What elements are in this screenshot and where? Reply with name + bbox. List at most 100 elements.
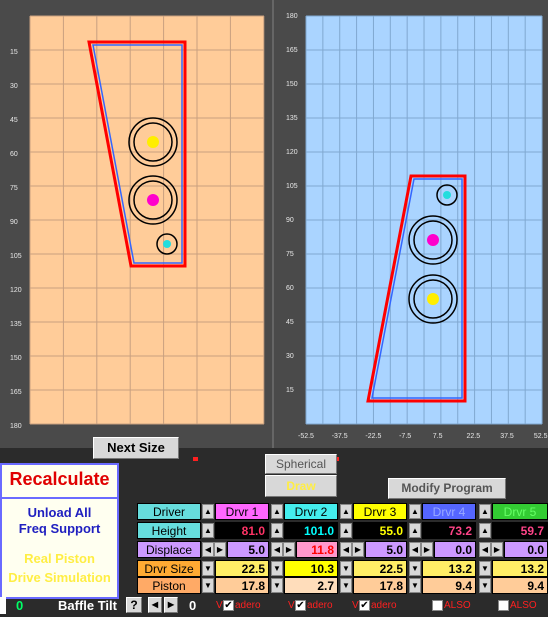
- displace-right-arrow-icon[interactable]: ▶: [283, 542, 295, 557]
- displace-value-field[interactable]: 5.0: [365, 541, 407, 558]
- height-up-icon[interactable]: ▲: [479, 523, 491, 538]
- driver-name-field[interactable]: Drvr 2: [284, 503, 338, 520]
- value-down-icon[interactable]: ▼: [479, 561, 491, 576]
- driver-name-field[interactable]: Drvr 1: [215, 503, 269, 520]
- piston-value-field[interactable]: 17.8: [353, 577, 407, 594]
- right-y-tick-label: 105: [286, 183, 298, 190]
- right-x-tick-label: -22.5: [365, 433, 381, 440]
- piston-value-field[interactable]: 9.4: [422, 577, 476, 594]
- displace-right-arrow-icon[interactable]: ▶: [352, 542, 364, 557]
- driver-select-up-icon[interactable]: ▲: [479, 504, 491, 519]
- recalculate-button[interactable]: Recalculate: [2, 469, 117, 490]
- help-button[interactable]: ?: [126, 597, 142, 613]
- check-prefix: V: [352, 600, 359, 611]
- driver-size-field[interactable]: 13.2: [492, 560, 548, 577]
- right-y-tick-label: 135: [286, 115, 298, 122]
- value-down-icon[interactable]: ▼: [202, 578, 214, 593]
- right-x-tick-label: 52.5: [534, 433, 548, 440]
- value-down-icon[interactable]: ▼: [340, 578, 352, 593]
- height-value-field[interactable]: 81.0: [215, 522, 269, 539]
- displace-value-field[interactable]: 0.0: [434, 541, 476, 558]
- real-piston-line2: Drive Simulation: [8, 570, 111, 585]
- value-down-icon[interactable]: ▼: [202, 561, 214, 576]
- right-x-tick-label: -37.5: [332, 433, 348, 440]
- displace-value-field[interactable]: 0.0: [504, 541, 548, 558]
- displace-left-arrow-icon[interactable]: ◀: [202, 542, 214, 557]
- displace-value-field[interactable]: 11.8: [296, 541, 338, 558]
- option-checkbox[interactable]: ✔: [295, 600, 306, 611]
- row-label: Drvr Size: [137, 560, 201, 577]
- option-checkbox[interactable]: ✔: [359, 600, 370, 611]
- left-y-tick-label: 165: [10, 389, 22, 396]
- driver-select-up-icon[interactable]: ▲: [409, 504, 421, 519]
- left-plot-panel: 15 30 45 60 75 90 105 120 135 150 165 180: [0, 0, 274, 448]
- displace-right-arrow-icon[interactable]: ▶: [214, 542, 226, 557]
- edge-field: [0, 597, 6, 614]
- right-y-tick-label: 75: [286, 251, 294, 258]
- displace-right-arrow-icon[interactable]: ▶: [491, 542, 503, 557]
- piston-value-field[interactable]: 17.8: [215, 577, 269, 594]
- tilt-left-arrow-icon[interactable]: ◀: [148, 597, 162, 613]
- driver-select-up-icon[interactable]: ▲: [202, 504, 214, 519]
- right-y-tick-label: 150: [286, 81, 298, 88]
- real-piston-button[interactable]: Real Piston Drive Simulation: [2, 549, 117, 587]
- right-x-tick-label: -7.5: [399, 433, 411, 440]
- driver-size-field[interactable]: 22.5: [215, 560, 269, 577]
- unload-all-button[interactable]: Unload All Freq Support: [2, 505, 117, 537]
- left-y-tick-label: 45: [10, 117, 18, 124]
- value-down-icon[interactable]: ▼: [409, 578, 421, 593]
- value-down-icon[interactable]: ▼: [409, 561, 421, 576]
- displace-left-arrow-icon[interactable]: ◀: [479, 542, 491, 557]
- left-y-tick-label: 30: [10, 83, 18, 90]
- driver-name-field[interactable]: Drvr 3: [353, 503, 407, 520]
- option-checkbox[interactable]: [498, 600, 509, 611]
- left-y-tick-label: 15: [10, 49, 18, 56]
- value-down-icon[interactable]: ▼: [271, 578, 283, 593]
- spherical-button[interactable]: Spherical: [265, 454, 337, 474]
- counter-value: 0: [16, 598, 24, 613]
- displace-right-arrow-icon[interactable]: ▶: [421, 542, 433, 557]
- right-x-tick-label: 37.5: [500, 433, 514, 440]
- height-value-field[interactable]: 55.0: [353, 522, 407, 539]
- height-up-icon[interactable]: ▲: [340, 523, 352, 538]
- height-up-icon[interactable]: ▲: [271, 523, 283, 538]
- left-y-tick-label: 150: [10, 355, 22, 362]
- displace-value-field[interactable]: 5.0: [227, 541, 269, 558]
- driver-select-up-icon[interactable]: ▲: [340, 504, 352, 519]
- height-value-field[interactable]: 101.0: [284, 522, 338, 539]
- tilt-value: 0: [189, 598, 197, 613]
- piston-value-field[interactable]: 9.4: [492, 577, 548, 594]
- right-baffle-plot: 180 165 150 135 120 105 90 75 60 45 30 15 -52.5 -37.…: [286, 13, 548, 440]
- displace-left-arrow-icon[interactable]: ◀: [409, 542, 421, 557]
- baffle-tilt-label: Baffle Tilt: [58, 598, 117, 613]
- right-y-tick-label: 120: [286, 149, 298, 156]
- option-checkbox[interactable]: [432, 600, 443, 611]
- row-label: Height: [137, 522, 201, 539]
- check-label: adero: [371, 600, 397, 611]
- tilt-right-arrow-icon[interactable]: ▶: [164, 597, 178, 613]
- row-label: Displace: [137, 541, 201, 558]
- driver-select-up-icon[interactable]: ▲: [271, 504, 283, 519]
- value-down-icon[interactable]: ▼: [271, 561, 283, 576]
- right-y-tick-label: 60: [286, 285, 294, 292]
- driver-name-field[interactable]: Drvr 4: [422, 503, 476, 520]
- option-checkbox[interactable]: ✔: [223, 600, 234, 611]
- displace-left-arrow-icon[interactable]: ◀: [340, 542, 352, 557]
- height-up-icon[interactable]: ▲: [202, 523, 214, 538]
- driver-size-field[interactable]: 10.3: [284, 560, 338, 577]
- check-label: adero: [235, 600, 261, 611]
- value-down-icon[interactable]: ▼: [340, 561, 352, 576]
- driver-size-field[interactable]: 22.5: [353, 560, 407, 577]
- piston-value-field[interactable]: 2.7: [284, 577, 338, 594]
- height-value-field[interactable]: 73.2: [422, 522, 476, 539]
- driver-size-field[interactable]: 13.2: [422, 560, 476, 577]
- next-size-button[interactable]: Next Size: [93, 437, 179, 459]
- height-up-icon[interactable]: ▲: [409, 523, 421, 538]
- value-down-icon[interactable]: ▼: [479, 578, 491, 593]
- displace-left-arrow-icon[interactable]: ◀: [271, 542, 283, 557]
- driver-name-field[interactable]: Drvr 5: [492, 503, 548, 520]
- draw-button[interactable]: Draw: [265, 475, 337, 497]
- modify-program-button[interactable]: Modify Program: [388, 478, 506, 499]
- right-y-tick-label: 30: [286, 353, 294, 360]
- height-value-field[interactable]: 59.7: [492, 522, 548, 539]
